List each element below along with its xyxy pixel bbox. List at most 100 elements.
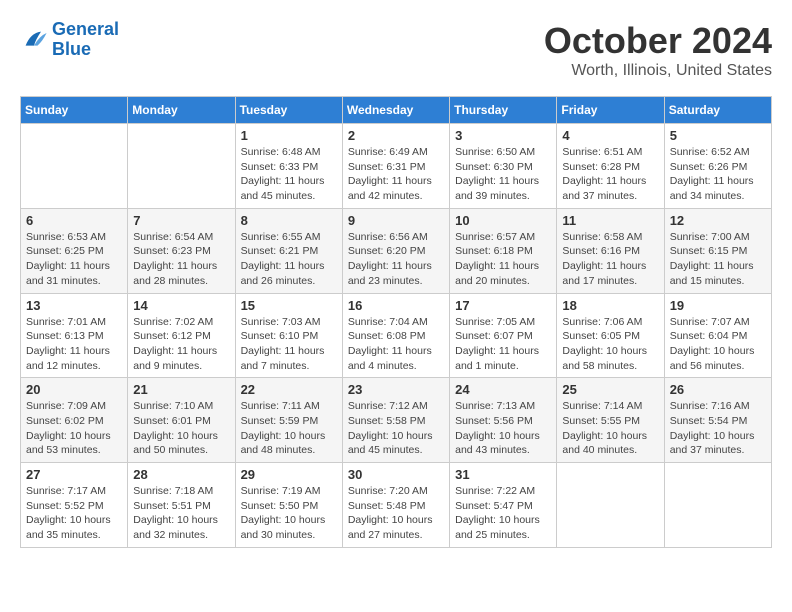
- day-info: Sunrise: 7:22 AMSunset: 5:47 PMDaylight:…: [455, 484, 551, 543]
- weekday-header-saturday: Saturday: [664, 97, 771, 124]
- day-info: Sunrise: 7:10 AMSunset: 6:01 PMDaylight:…: [133, 399, 229, 458]
- calendar-cell: 7 Sunrise: 6:54 AMSunset: 6:23 PMDaylight…: [128, 208, 235, 293]
- calendar-cell: 10 Sunrise: 6:57 AMSunset: 6:18 PMDayligh…: [450, 208, 557, 293]
- day-number: 9: [348, 213, 444, 228]
- day-info: Sunrise: 6:58 AMSunset: 6:16 PMDaylight:…: [562, 230, 658, 289]
- day-number: 13: [26, 298, 122, 313]
- calendar-week-row: 27 Sunrise: 7:17 AMSunset: 5:52 PMDayligh…: [21, 463, 772, 548]
- day-info: Sunrise: 7:17 AMSunset: 5:52 PMDaylight:…: [26, 484, 122, 543]
- weekday-header-thursday: Thursday: [450, 97, 557, 124]
- day-info: Sunrise: 7:04 AMSunset: 6:08 PMDaylight:…: [348, 315, 444, 374]
- calendar-week-row: 1Sunrise: 6:48 AMSunset: 6:33 PMDaylight…: [21, 124, 772, 209]
- weekday-header-friday: Friday: [557, 97, 664, 124]
- day-info: Sunrise: 6:49 AMSunset: 6:31 PMDaylight:…: [348, 145, 444, 204]
- logo-text: General Blue: [52, 20, 119, 60]
- calendar-cell: 20 Sunrise: 7:09 AMSunset: 6:02 PMDayligh…: [21, 378, 128, 463]
- calendar-cell: 23 Sunrise: 7:12 AMSunset: 5:58 PMDayligh…: [342, 378, 449, 463]
- calendar-cell: 22 Sunrise: 7:11 AMSunset: 5:59 PMDayligh…: [235, 378, 342, 463]
- day-number: 20: [26, 382, 122, 397]
- day-info: Sunrise: 7:11 AMSunset: 5:59 PMDaylight:…: [241, 399, 337, 458]
- day-info: Sunrise: 7:09 AMSunset: 6:02 PMDaylight:…: [26, 399, 122, 458]
- day-info: Sunrise: 7:00 AMSunset: 6:15 PMDaylight:…: [670, 230, 766, 289]
- location: Worth, Illinois, United States: [544, 62, 772, 80]
- day-info: Sunrise: 7:19 AMSunset: 5:50 PMDaylight:…: [241, 484, 337, 543]
- calendar-table: SundayMondayTuesdayWednesdayThursdayFrid…: [20, 96, 772, 548]
- logo-general: General: [52, 19, 119, 39]
- logo: General Blue: [20, 20, 119, 60]
- day-number: 24: [455, 382, 551, 397]
- day-info: Sunrise: 7:14 AMSunset: 5:55 PMDaylight:…: [562, 399, 658, 458]
- calendar-cell: 13Sunrise: 7:01 AMSunset: 6:13 PMDayligh…: [21, 293, 128, 378]
- day-number: 25: [562, 382, 658, 397]
- calendar-cell: 21Sunrise: 7:10 AMSunset: 6:01 PMDayligh…: [128, 378, 235, 463]
- day-info: Sunrise: 6:48 AMSunset: 6:33 PMDaylight:…: [241, 145, 337, 204]
- day-info: Sunrise: 6:57 AMSunset: 6:18 PMDaylight:…: [455, 230, 551, 289]
- day-number: 2: [348, 128, 444, 143]
- calendar-cell: 15 Sunrise: 7:03 AMSunset: 6:10 PMDayligh…: [235, 293, 342, 378]
- day-number: 17: [455, 298, 551, 313]
- weekday-header-row: SundayMondayTuesdayWednesdayThursdayFrid…: [21, 97, 772, 124]
- weekday-header-monday: Monday: [128, 97, 235, 124]
- day-info: Sunrise: 7:06 AMSunset: 6:05 PMDaylight:…: [562, 315, 658, 374]
- day-info: Sunrise: 6:53 AMSunset: 6:25 PMDaylight:…: [26, 230, 122, 289]
- logo-bird-icon: [20, 26, 48, 54]
- day-number: 3: [455, 128, 551, 143]
- day-number: 5: [670, 128, 766, 143]
- day-number: 23: [348, 382, 444, 397]
- day-info: Sunrise: 6:55 AMSunset: 6:21 PMDaylight:…: [241, 230, 337, 289]
- calendar-cell: 5 Sunrise: 6:52 AMSunset: 6:26 PMDaylight…: [664, 124, 771, 209]
- logo-text-block: General Blue: [52, 20, 119, 60]
- day-number: 30: [348, 467, 444, 482]
- calendar-cell: 4 Sunrise: 6:51 AMSunset: 6:28 PMDaylight…: [557, 124, 664, 209]
- calendar-cell: 2 Sunrise: 6:49 AMSunset: 6:31 PMDaylight…: [342, 124, 449, 209]
- page-header: General Blue October 2024 Worth, Illinoi…: [20, 20, 772, 80]
- day-info: Sunrise: 6:54 AMSunset: 6:23 PMDaylight:…: [133, 230, 229, 289]
- day-info: Sunrise: 7:16 AMSunset: 5:54 PMDaylight:…: [670, 399, 766, 458]
- day-number: 27: [26, 467, 122, 482]
- day-number: 26: [670, 382, 766, 397]
- calendar-cell: [664, 463, 771, 548]
- weekday-header-sunday: Sunday: [21, 97, 128, 124]
- calendar-cell: 25 Sunrise: 7:14 AMSunset: 5:55 PMDayligh…: [557, 378, 664, 463]
- day-info: Sunrise: 7:20 AMSunset: 5:48 PMDaylight:…: [348, 484, 444, 543]
- day-info: Sunrise: 7:05 AMSunset: 6:07 PMDaylight:…: [455, 315, 551, 374]
- calendar-cell: 27 Sunrise: 7:17 AMSunset: 5:52 PMDayligh…: [21, 463, 128, 548]
- logo-blue: Blue: [52, 39, 91, 59]
- calendar-cell: 11 Sunrise: 6:58 AMSunset: 6:16 PMDayligh…: [557, 208, 664, 293]
- day-number: 11: [562, 213, 658, 228]
- calendar-cell: [21, 124, 128, 209]
- day-number: 15: [241, 298, 337, 313]
- month-title: October 2024: [544, 20, 772, 62]
- day-number: 16: [348, 298, 444, 313]
- day-number: 8: [241, 213, 337, 228]
- calendar-cell: 26 Sunrise: 7:16 AMSunset: 5:54 PMDayligh…: [664, 378, 771, 463]
- day-number: 10: [455, 213, 551, 228]
- day-info: Sunrise: 7:07 AMSunset: 6:04 PMDaylight:…: [670, 315, 766, 374]
- calendar-cell: 17 Sunrise: 7:05 AMSunset: 6:07 PMDayligh…: [450, 293, 557, 378]
- day-number: 7: [133, 213, 229, 228]
- calendar-cell: [128, 124, 235, 209]
- calendar-cell: 30 Sunrise: 7:20 AMSunset: 5:48 PMDayligh…: [342, 463, 449, 548]
- day-number: 4: [562, 128, 658, 143]
- calendar-week-row: 6 Sunrise: 6:53 AMSunset: 6:25 PMDaylight…: [21, 208, 772, 293]
- day-info: Sunrise: 7:02 AMSunset: 6:12 PMDaylight:…: [133, 315, 229, 374]
- calendar-week-row: 13Sunrise: 7:01 AMSunset: 6:13 PMDayligh…: [21, 293, 772, 378]
- day-number: 28: [133, 467, 229, 482]
- calendar-cell: 14 Sunrise: 7:02 AMSunset: 6:12 PMDayligh…: [128, 293, 235, 378]
- weekday-header-wednesday: Wednesday: [342, 97, 449, 124]
- day-info: Sunrise: 7:12 AMSunset: 5:58 PMDaylight:…: [348, 399, 444, 458]
- day-number: 6: [26, 213, 122, 228]
- day-info: Sunrise: 6:50 AMSunset: 6:30 PMDaylight:…: [455, 145, 551, 204]
- day-info: Sunrise: 6:51 AMSunset: 6:28 PMDaylight:…: [562, 145, 658, 204]
- day-number: 14: [133, 298, 229, 313]
- day-info: Sunrise: 7:18 AMSunset: 5:51 PMDaylight:…: [133, 484, 229, 543]
- day-number: 29: [241, 467, 337, 482]
- calendar-cell: 29 Sunrise: 7:19 AMSunset: 5:50 PMDayligh…: [235, 463, 342, 548]
- day-number: 12: [670, 213, 766, 228]
- day-info: Sunrise: 6:52 AMSunset: 6:26 PMDaylight:…: [670, 145, 766, 204]
- day-number: 22: [241, 382, 337, 397]
- day-info: Sunrise: 7:13 AMSunset: 5:56 PMDaylight:…: [455, 399, 551, 458]
- day-info: Sunrise: 7:03 AMSunset: 6:10 PMDaylight:…: [241, 315, 337, 374]
- calendar-cell: 19Sunrise: 7:07 AMSunset: 6:04 PMDayligh…: [664, 293, 771, 378]
- calendar-cell: 18Sunrise: 7:06 AMSunset: 6:05 PMDayligh…: [557, 293, 664, 378]
